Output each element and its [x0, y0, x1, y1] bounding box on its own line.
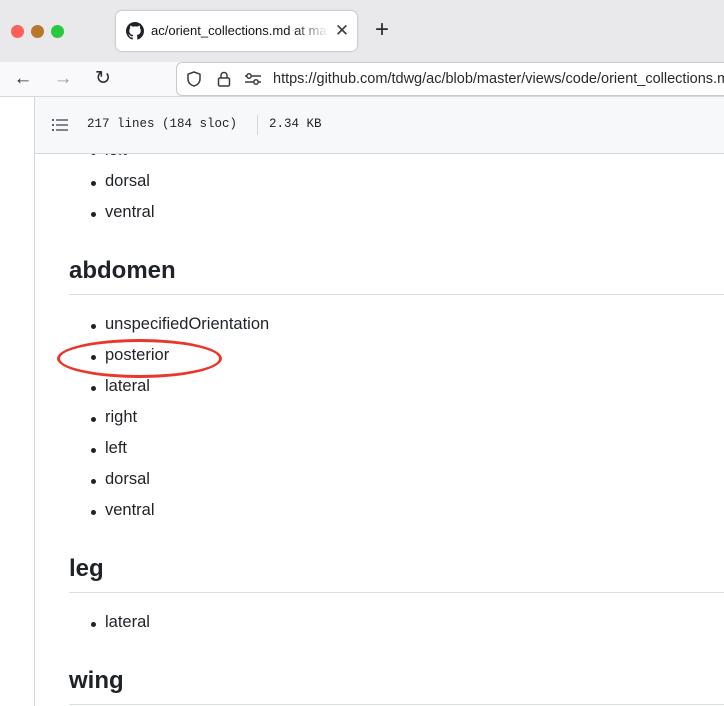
back-button[interactable]: ← — [10, 66, 36, 92]
reload-button[interactable]: ↻ — [90, 66, 116, 92]
browser-tab-strip: ac/orient_collections.md at master ✕ + — [0, 0, 724, 62]
lock-icon[interactable] — [215, 70, 233, 88]
list-item: left — [90, 154, 127, 160]
list-item: unspecifiedOrientation — [90, 315, 270, 333]
shield-icon[interactable] — [185, 70, 203, 88]
heading-divider — [69, 294, 724, 295]
browser-nav-bar: ← → ↻ https://github.com/tdwg/ac/blob/ma… — [0, 62, 724, 97]
file-info-divider — [257, 115, 258, 135]
markdown-body: left dorsal ventral abdomen unspecifiedO… — [35, 154, 724, 706]
github-icon — [126, 22, 144, 40]
list-item: posterior — [90, 346, 170, 364]
list-item: ventral — [91, 501, 155, 519]
list-item: left — [90, 439, 128, 457]
window-zoom-button[interactable] — [51, 25, 64, 38]
address-bar[interactable]: https://github.com/tdwg/ac/blob/master/v… — [176, 62, 724, 96]
section-heading-abdomen: abdomen — [69, 257, 176, 284]
file-size: 2.34 KB — [269, 117, 322, 131]
outline-list-icon[interactable] — [52, 118, 68, 132]
window-close-button[interactable] — [11, 25, 24, 38]
forward-button[interactable]: → — [50, 66, 76, 92]
list-item: lateral — [91, 613, 150, 631]
permissions-icon[interactable] — [243, 70, 263, 88]
page-content: 217 lines (184 sloc) 2.34 KB left dorsal… — [0, 97, 724, 706]
tab-close-icon[interactable]: ✕ — [332, 20, 352, 42]
list-item: lateral — [91, 377, 150, 395]
tab-title: ac/orient_collections.md at master — [151, 23, 329, 38]
list-item: ventral — [91, 203, 155, 221]
file-info-bar: 217 lines (184 sloc) 2.34 KB — [35, 97, 724, 154]
heading-divider — [69, 704, 724, 705]
new-tab-button[interactable]: + — [370, 17, 394, 43]
section-heading-leg: leg — [69, 555, 104, 582]
list-item: right — [90, 408, 138, 426]
window-minimize-button[interactable] — [31, 25, 44, 38]
file-line-count: 217 lines (184 sloc) — [87, 117, 238, 131]
section-heading-wing: wing — [69, 667, 124, 694]
list-item: dorsal — [91, 172, 150, 190]
url-text[interactable]: https://github.com/tdwg/ac/blob/master/v… — [273, 71, 724, 87]
list-item: dorsal — [91, 470, 150, 488]
browser-tab-active[interactable]: ac/orient_collections.md at master ✕ — [116, 11, 357, 51]
heading-divider — [69, 592, 724, 593]
